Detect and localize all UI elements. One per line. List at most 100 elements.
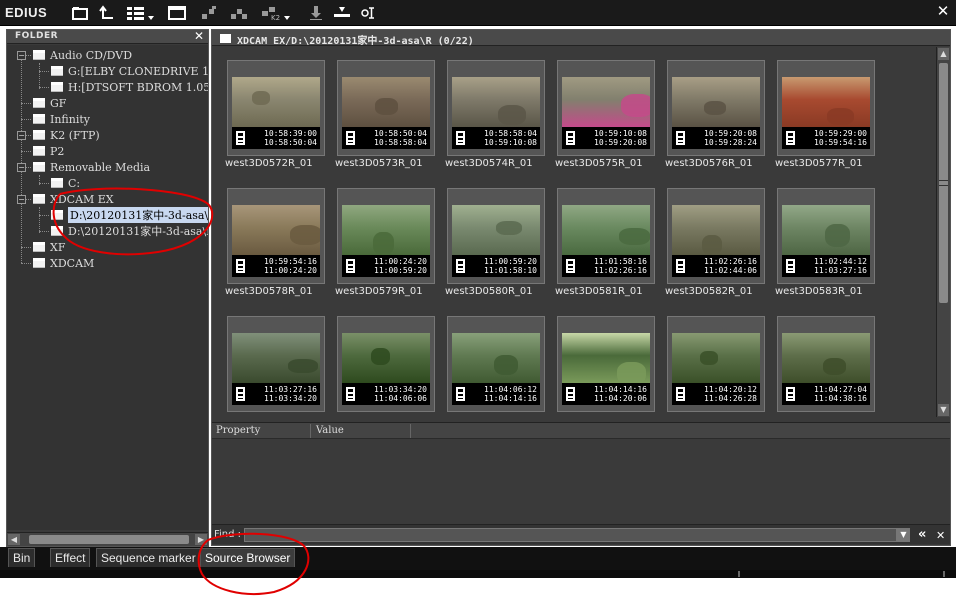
clip-item[interactable]: 11:02:26:16 11:02:44:06 west3D0582R_01 [665, 188, 765, 298]
clip-name: west3D0579R_01 [335, 286, 423, 297]
tree-item-label: Removable Media [50, 160, 151, 174]
clip-item[interactable]: 11:01:58:16 11:02:26:16 west3D0581R_01 [555, 188, 655, 298]
clip-tc-out: 11:02:26:16 [594, 266, 647, 275]
value-column-header[interactable]: Value [316, 425, 344, 436]
clip-timecode-bar: 11:02:26:16 11:02:44:06 [672, 255, 760, 277]
folder-open-icon[interactable] [69, 3, 91, 22]
property-column-header[interactable]: Property [216, 425, 260, 436]
film-clip-icon [456, 387, 465, 401]
import-icon[interactable] [305, 3, 327, 22]
folder-icon [33, 50, 45, 60]
tree-item[interactable]: G:[ELBY CLONEDRIVE 1.4 [51, 63, 208, 79]
settings-icon[interactable] [357, 3, 379, 22]
add-to-bin-icon[interactable] [198, 3, 220, 22]
clip-tc-out: 11:04:26:28 [704, 394, 757, 403]
clip-item[interactable]: 10:59:29:00 10:59:54:16 west3D0577R_01 [775, 60, 875, 170]
clip-timecode-bar: 10:59:20:08 10:59:28:24 [672, 127, 760, 149]
tree-item-label: XF [50, 240, 66, 254]
tree-connector [21, 119, 31, 120]
svg-text:K2: K2 [271, 14, 280, 21]
find-input[interactable] [244, 528, 897, 542]
tree-item[interactable]: Removable Media [33, 159, 150, 175]
scroll-left-icon[interactable]: ◀ [8, 534, 20, 545]
tab-source-browser[interactable]: Source Browser [200, 548, 296, 567]
clip-item[interactable]: 10:59:54:16 11:00:24:20 west3D0578R_01 [225, 188, 325, 298]
film-clip-icon [676, 259, 685, 273]
clip-tc-out: 11:01:58:10 [484, 266, 537, 275]
clip-name: west3D0577R_01 [775, 158, 863, 169]
tab-sequence-marker[interactable]: Sequence marker [96, 548, 201, 567]
tree-item[interactable]: Infinity [33, 111, 90, 127]
clip-item[interactable]: 11:00:24:20 11:00:59:20 west3D0579R_01 [335, 188, 435, 298]
clip-tc-in: 11:00:59:20 [484, 257, 537, 266]
scroll-right-icon[interactable]: ▶ [195, 534, 207, 545]
clip-name: west3D0578R_01 [225, 286, 313, 297]
column-divider[interactable] [310, 424, 311, 438]
clip-item[interactable]: 11:04:20:12 11:04:26:28 [667, 316, 765, 417]
find-close-icon[interactable]: ✕ [936, 529, 945, 542]
find-dropdown-icon[interactable]: ▼ [897, 528, 910, 542]
folder-icon [51, 66, 63, 76]
clip-item[interactable]: 10:59:20:08 10:59:28:24 west3D0576R_01 [665, 60, 765, 170]
tree-item[interactable]: D:\20120131家中-3d-asa\L [51, 223, 208, 239]
vscroll-grip [939, 180, 948, 186]
tree-item[interactable]: K2 (FTP) [33, 127, 100, 143]
clip-timecode-bar: 10:58:50:04 10:58:58:04 [342, 127, 430, 149]
folder-tree-hscrollbar[interactable]: ◀ ▶ [7, 532, 208, 546]
film-clip-icon [786, 131, 795, 145]
status-bar [0, 570, 956, 578]
find-rewind-icon[interactable]: « [918, 527, 926, 542]
view-mode-icon[interactable] [123, 3, 157, 22]
tree-item[interactable]: P2 [33, 143, 64, 159]
tree-collapse-toggle[interactable]: − [17, 51, 26, 60]
tree-connector [21, 247, 31, 248]
column-divider[interactable] [410, 424, 411, 438]
insert-icon[interactable] [331, 3, 353, 22]
tree-collapse-toggle[interactable]: − [17, 195, 26, 204]
app-close-icon[interactable]: ✕ [934, 2, 952, 20]
folder-icon [33, 98, 45, 108]
clip-thumbnail [782, 77, 870, 127]
clip-tc-out: 11:03:27:16 [814, 266, 867, 275]
thumbnail-subject [498, 105, 526, 125]
clip-thumbnail [232, 333, 320, 383]
clip-grid-vscrollbar[interactable]: ▲ ▼ [936, 47, 950, 417]
tree-item[interactable]: XF [33, 239, 65, 255]
tree-item[interactable]: D:\20120131家中-3d-asa\R [51, 207, 208, 223]
clip-item[interactable]: 11:02:44:12 11:03:27:16 west3D0583R_01 [775, 188, 875, 298]
tree-connector [39, 215, 49, 216]
tree-item[interactable]: XDCAM [33, 255, 94, 271]
k2-icon[interactable]: K2 [259, 3, 293, 22]
tree-item[interactable]: H:[DTSOFT BDROM 1.05] [51, 79, 208, 95]
clip-item[interactable]: 10:58:50:04 10:58:58:04 west3D0573R_01 [335, 60, 435, 170]
clip-item[interactable]: 11:04:06:12 11:04:14:16 [447, 316, 545, 417]
scroll-down-icon[interactable]: ▼ [938, 404, 949, 416]
scroll-up-icon[interactable]: ▲ [938, 48, 949, 60]
tree-item[interactable]: C: [51, 175, 80, 191]
tree-collapse-toggle[interactable]: − [17, 131, 26, 140]
folder-panel-close-icon[interactable]: ✕ [194, 29, 204, 43]
film-clip-icon [786, 387, 795, 401]
clip-timecode-bar: 10:58:39:00 10:58:50:04 [232, 127, 320, 149]
clip-item[interactable]: 10:58:58:04 10:59:10:08 west3D0574R_01 [445, 60, 545, 170]
tree-collapse-toggle[interactable]: − [17, 163, 26, 172]
clip-item[interactable]: 11:00:59:20 11:01:58:10 west3D0580R_01 [445, 188, 545, 298]
hscroll-thumb[interactable] [29, 535, 189, 544]
tree-item[interactable]: Audio CD/DVD [33, 47, 132, 63]
tab-bin[interactable]: Bin [8, 548, 36, 567]
clip-tc-in: 11:02:26:16 [704, 257, 757, 266]
tree-item[interactable]: GF [33, 95, 66, 111]
up-folder-icon[interactable] [96, 3, 118, 22]
window-icon[interactable] [166, 3, 188, 22]
status-divider [738, 571, 740, 577]
clip-timecode-bar: 11:00:59:20 11:01:58:10 [452, 255, 540, 277]
clip-item[interactable]: 11:04:27:04 11:04:38:16 [777, 316, 875, 417]
clip-item[interactable]: 10:58:39:00 10:58:50:04 west3D0572R_01 [225, 60, 325, 170]
clip-item[interactable]: 10:59:10:08 10:59:20:08 west3D0575R_01 [555, 60, 655, 170]
clip-item[interactable]: 11:03:27:16 11:03:34:20 [227, 316, 325, 417]
tree-item[interactable]: XDCAM EX [33, 191, 114, 207]
transfer-icon[interactable] [228, 3, 250, 22]
tab-effect[interactable]: Effect [50, 548, 91, 567]
clip-item[interactable]: 11:04:14:16 11:04:20:06 [557, 316, 655, 417]
clip-item[interactable]: 11:03:34:20 11:04:06:06 [337, 316, 435, 417]
